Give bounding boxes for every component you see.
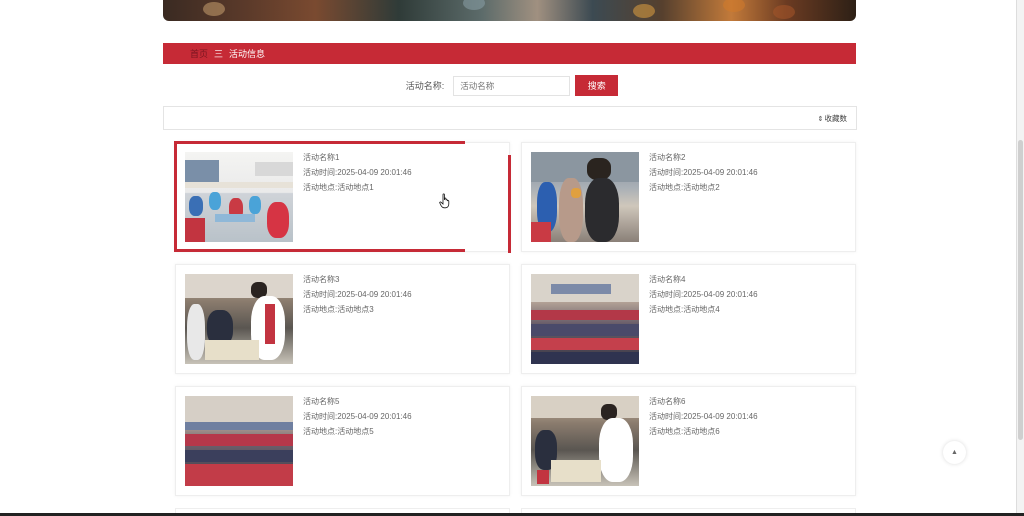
activity-name[interactable]: 活动名称4: [649, 274, 758, 289]
activity-time: 2025-04-09 20:01:46: [337, 290, 412, 299]
activity-time: 2025-04-09 20:01:46: [683, 412, 758, 421]
activity-info: 活动名称3 活动时间:2025-04-09 20:01:46 活动地点:活动地点…: [303, 274, 412, 319]
activity-card[interactable]: 活动名称3 活动时间:2025-04-09 20:01:46 活动地点:活动地点…: [175, 264, 510, 374]
hand-pointer-icon: [439, 193, 451, 212]
activity-card[interactable]: 活动名称2 活动时间:2025-04-09 20:01:46 活动地点:活动地点…: [521, 142, 856, 252]
activity-card[interactable]: 活动名称6 活动时间:2025-04-09 20:01:46 活动地点:活动地点…: [521, 386, 856, 496]
vertical-scrollbar[interactable]: [1016, 0, 1024, 516]
activity-photo[interactable]: [531, 396, 639, 486]
activity-card[interactable]: 活动名称5 活动时间:2025-04-09 20:01:46 活动地点:活动地点…: [175, 386, 510, 496]
activity-time-label: 活动时间:: [303, 290, 338, 299]
activity-photo[interactable]: [531, 274, 639, 364]
breadcrumb: 首页 三 活动信息: [163, 43, 856, 64]
activity-photo[interactable]: [185, 396, 293, 486]
scrollbar-thumb[interactable]: [1018, 140, 1023, 440]
activity-place-label: 活动地点:: [649, 183, 684, 192]
banner-image: [163, 0, 856, 21]
activity-place: 活动地点4: [683, 305, 720, 314]
activity-place-label: 活动地点:: [649, 427, 684, 436]
breadcrumb-current: 活动信息: [229, 49, 266, 59]
activity-place: 活动地点1: [337, 183, 374, 192]
activity-card[interactable]: 活动名称4 活动时间:2025-04-09 20:01:46 活动地点:活动地点…: [521, 264, 856, 374]
sort-bar: ⇕收藏数: [163, 106, 857, 130]
activity-time: 2025-04-09 20:01:46: [337, 168, 412, 177]
search-bar: 活动名称: 搜索: [0, 75, 1024, 96]
sort-icon: ⇕: [817, 115, 824, 123]
activity-place-label: 活动地点:: [303, 427, 338, 436]
activity-info: 活动名称2 活动时间:2025-04-09 20:01:46 活动地点:活动地点…: [649, 152, 758, 197]
activity-info: 活动名称4 活动时间:2025-04-09 20:01:46 活动地点:活动地点…: [649, 274, 758, 319]
activity-info: 活动名称1 活动时间:2025-04-09 20:01:46 活动地点:活动地点…: [303, 152, 412, 197]
hover-border-right: [508, 155, 511, 253]
activity-place: 活动地点3: [337, 305, 374, 314]
activity-name[interactable]: 活动名称6: [649, 396, 758, 411]
sort-label: 收藏数: [824, 113, 848, 123]
activity-photo[interactable]: [531, 152, 639, 242]
activity-time-label: 活动时间:: [649, 412, 684, 421]
activity-name[interactable]: 活动名称3: [303, 274, 412, 289]
activity-info: 活动名称6 活动时间:2025-04-09 20:01:46 活动地点:活动地点…: [649, 396, 758, 441]
breadcrumb-separator: 三: [214, 49, 224, 59]
activity-card[interactable]: 活动名称1 活动时间:2025-04-09 20:01:46 活动地点:活动地点…: [174, 141, 511, 253]
sort-favorites-button[interactable]: ⇕收藏数: [818, 113, 847, 124]
breadcrumb-home-link[interactable]: 首页: [190, 47, 208, 60]
activity-time: 2025-04-09 20:01:46: [337, 412, 412, 421]
activity-time-label: 活动时间:: [303, 168, 338, 177]
activity-time-label: 活动时间:: [649, 290, 684, 299]
activity-name[interactable]: 活动名称1: [303, 152, 412, 167]
activity-photo[interactable]: [185, 274, 293, 364]
search-label: 活动名称:: [405, 81, 445, 91]
activity-place: 活动地点5: [337, 427, 374, 436]
activity-place-label: 活动地点:: [649, 305, 684, 314]
activity-place: 活动地点6: [683, 427, 720, 436]
activity-name[interactable]: 活动名称2: [649, 152, 758, 167]
activity-info: 活动名称5 活动时间:2025-04-09 20:01:46 活动地点:活动地点…: [303, 396, 412, 441]
activity-place-label: 活动地点:: [303, 183, 338, 192]
activity-place: 活动地点2: [683, 183, 720, 192]
hover-border-left: [174, 141, 177, 252]
activity-time: 2025-04-09 20:01:46: [683, 290, 758, 299]
activity-time-label: 活动时间:: [649, 168, 684, 177]
chevron-up-icon: ▲: [951, 449, 958, 456]
search-button[interactable]: 搜索: [575, 75, 619, 96]
activity-time: 2025-04-09 20:01:46: [683, 168, 758, 177]
search-input[interactable]: [453, 75, 571, 96]
activity-name[interactable]: 活动名称5: [303, 396, 412, 411]
back-to-top-button[interactable]: ▲: [943, 441, 966, 464]
activity-photo[interactable]: [185, 152, 293, 242]
activity-time-label: 活动时间:: [303, 412, 338, 421]
activity-place-label: 活动地点:: [303, 305, 338, 314]
